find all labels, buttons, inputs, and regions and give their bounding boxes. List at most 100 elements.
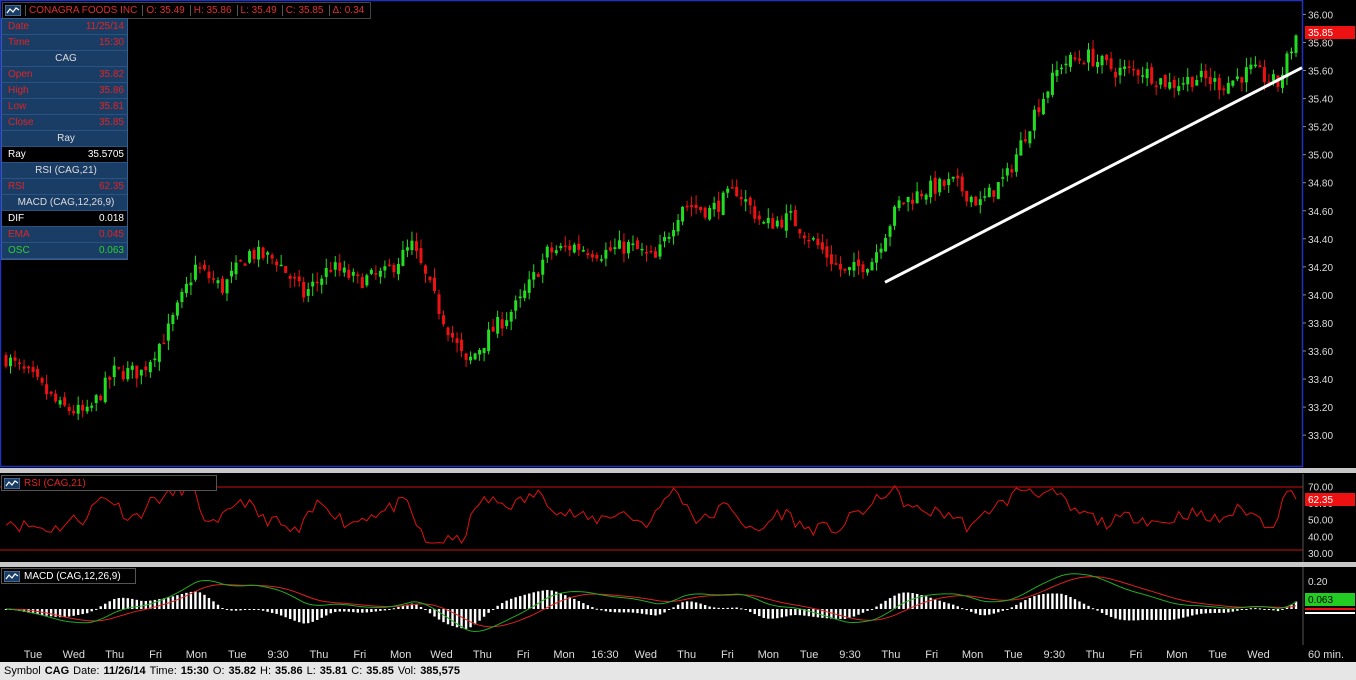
candle-body: [667, 236, 671, 239]
macd-hist-bar: [631, 609, 635, 613]
time-tick-label: Mon: [389, 649, 412, 661]
price-tick-label: 34.60: [1308, 207, 1333, 218]
candle-body: [920, 193, 924, 197]
macd-hist-bar: [988, 609, 991, 615]
candle-body: [1262, 67, 1266, 83]
candle-body: [861, 264, 865, 272]
macd-hist-bar: [1200, 609, 1203, 614]
rsi-line: [5, 484, 1297, 544]
macd-hist-bar: [352, 609, 355, 613]
macd-hist-bar: [798, 609, 802, 616]
macd-hist-bar: [1281, 609, 1284, 610]
macd-hist-bar: [397, 607, 400, 609]
info-osc-row: OSC 0.063: [2, 243, 127, 259]
macd-hist-bar: [573, 598, 576, 609]
candle-body: [1294, 35, 1298, 53]
macd-hist-bar: [1204, 609, 1207, 614]
price-chart[interactable]: 33.00 33.20 33.40 33.60 33.80 34.00 34.20 34.40…: [0, 0, 1356, 468]
macd-hist-bar: [505, 600, 508, 609]
candle-body: [1168, 82, 1172, 89]
candle-body: [789, 211, 793, 213]
status-vol-value: 385,575: [420, 665, 460, 677]
candle-body: [1068, 54, 1072, 67]
macd-hist-bar: [347, 609, 350, 612]
time-tick-label: Mon: [757, 649, 779, 661]
macd-indicator-icon[interactable]: [4, 570, 20, 582]
candle-body: [180, 291, 184, 303]
macd-hist-bar: [1168, 609, 1171, 621]
macd-hist-bar: [113, 599, 116, 609]
macd-label-box[interactable]: MACD (CAG,12,26,9): [1, 568, 136, 584]
candle-body: [775, 220, 779, 227]
candle-body: [721, 192, 725, 215]
candle-body: [428, 276, 432, 281]
macd-hist-bar: [1046, 593, 1050, 609]
candle-body: [1195, 80, 1199, 86]
candle-body: [694, 204, 698, 208]
candle-body: [816, 238, 820, 246]
candle-body: [9, 357, 13, 367]
macd-hist-bar: [1150, 609, 1153, 620]
candle-body: [1190, 76, 1194, 88]
panel-splitter[interactable]: [0, 468, 1356, 473]
candle-body: [225, 279, 229, 294]
candle-body: [320, 278, 324, 285]
macd-hist-bar: [126, 598, 129, 609]
candle-body: [184, 283, 188, 294]
candle-body: [198, 267, 202, 269]
macd-hist-bar: [915, 593, 919, 609]
macd-hist-bar: [888, 598, 892, 609]
candle-body: [559, 245, 563, 249]
rsi-label-box[interactable]: RSI (CAG,21): [1, 475, 217, 491]
candle-body: [893, 206, 897, 226]
candle-body: [103, 377, 107, 403]
chart-type-icon[interactable]: [5, 5, 21, 16]
candle-body: [257, 246, 261, 260]
candle-body: [482, 347, 486, 354]
candle-body: [577, 243, 581, 250]
candle-body: [1010, 169, 1014, 173]
macd-hist-bar: [843, 609, 847, 619]
candle-body: [81, 404, 85, 411]
macd-hist-bar: [1127, 609, 1131, 621]
time-tick-label: 9:30: [839, 649, 861, 661]
candle-body: [969, 196, 973, 203]
candle-body: [1059, 67, 1063, 70]
candle-body: [139, 369, 143, 376]
rsi-indicator-icon[interactable]: [4, 477, 20, 489]
candle-body: [554, 250, 558, 254]
macd-chart[interactable]: 0.20 0.063: [0, 567, 1356, 645]
status-symbol-label: Symbol: [4, 665, 41, 677]
candle-body: [369, 269, 373, 274]
candle-body: [460, 339, 464, 352]
candle-body: [478, 349, 482, 355]
candle-body: [938, 178, 942, 193]
candle-body: [757, 215, 761, 220]
candle-body: [58, 400, 62, 405]
candle-body: [243, 263, 247, 266]
change-readout: Δ: 0.34: [328, 5, 368, 16]
time-tick-label: Tue: [1004, 649, 1023, 661]
macd-hist-bar: [703, 605, 707, 609]
macd-hist-bar: [473, 609, 477, 625]
candle-body: [852, 261, 856, 271]
candle-body: [360, 277, 364, 289]
candle-body: [487, 329, 491, 352]
candle-body: [455, 338, 459, 343]
time-tick-label: 9:30: [1043, 649, 1065, 661]
macd-hist-bar: [681, 602, 684, 609]
candle-body: [888, 226, 892, 237]
candle-body: [866, 269, 870, 273]
macd-hist-bar: [776, 609, 779, 619]
macd-hist-bar: [600, 609, 603, 611]
candle-body: [419, 248, 423, 264]
candle-body: [911, 199, 915, 204]
macd-hist-bar: [672, 607, 675, 609]
time-tick-label: Tue: [227, 649, 247, 661]
price-tick-label: 33.80: [1308, 319, 1333, 330]
status-bar: Symbol CAG Date: 11/26/14 Time: 15:30 O:…: [0, 662, 1356, 680]
macd-hist-bar: [514, 597, 517, 609]
macd-hist-bar: [1064, 595, 1068, 609]
candle-body: [545, 246, 549, 258]
info-time-row: Time 15:30: [2, 35, 127, 51]
